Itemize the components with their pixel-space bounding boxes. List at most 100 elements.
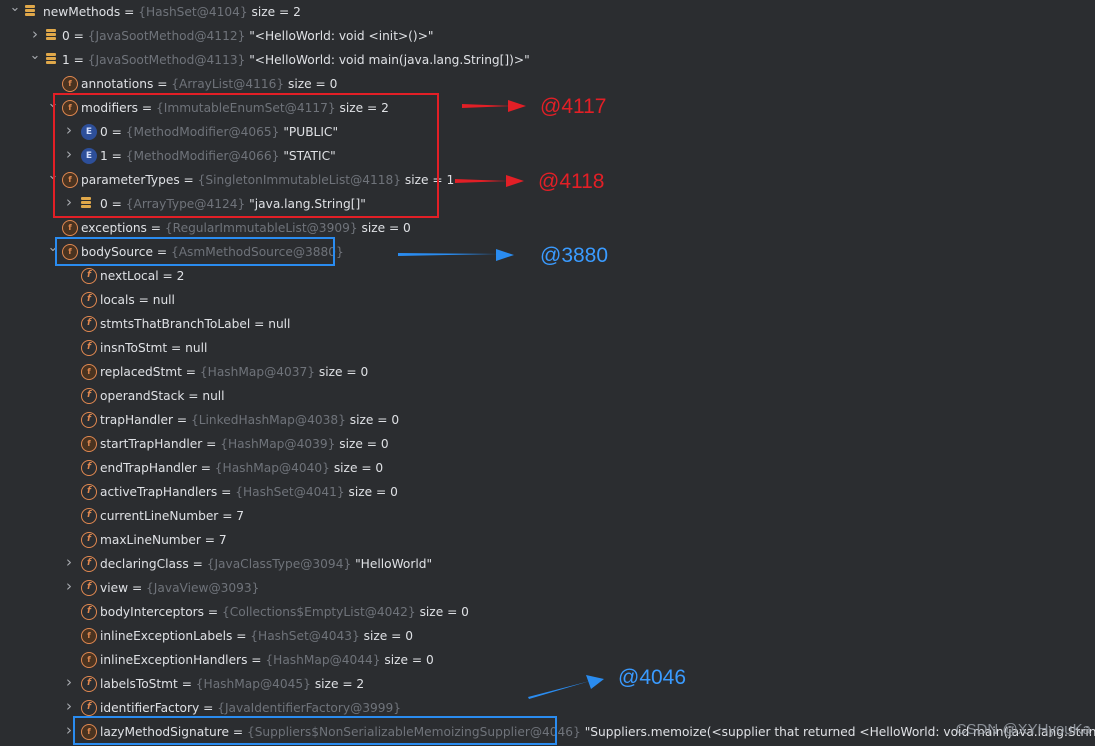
tree-row-insnToStmt[interactable]: f insnToStmt = null	[0, 336, 1095, 360]
object-reference: {ArrayList@4116}	[171, 77, 289, 91]
expand-chevron-icon[interactable]: ›	[62, 555, 76, 570]
variable-name: inlineExceptionLabels	[100, 629, 233, 643]
variable-name: declaringClass	[100, 557, 189, 571]
tree-row-maxLineNumber[interactable]: f maxLineNumber = 7	[0, 528, 1095, 552]
field-icon: f	[81, 460, 97, 476]
object-reference: {HashMap@4045}	[195, 677, 315, 691]
variable-value: null	[268, 317, 291, 331]
variable-name: 0	[62, 29, 70, 43]
tree-row-inlineExceptionLabels[interactable]: f inlineExceptionLabels = {HashSet@4043} …	[0, 624, 1095, 648]
field-icon: f	[81, 604, 97, 620]
variable-value: size = 0	[348, 485, 398, 499]
highlight-lazymethodsignature-box	[73, 716, 557, 745]
variable-label: view = {JavaView@3093}	[100, 580, 259, 596]
equals-sign: =	[250, 317, 269, 331]
array-element-icon	[25, 5, 35, 19]
variable-label: declaringClass = {JavaClassType@3094} "H…	[100, 556, 432, 572]
tree-row-startTrapHandler[interactable]: f startTrapHandler = {HashMap@4039} size …	[0, 432, 1095, 456]
tree-row-stmtsThatBranchToLabel[interactable]: f stmtsThatBranchToLabel = null	[0, 312, 1095, 336]
tree-row-endTrapHandler[interactable]: f endTrapHandler = {HashMap@4040} size = …	[0, 456, 1095, 480]
object-reference: {HashMap@4040}	[214, 461, 334, 475]
field-icon: f	[81, 532, 97, 548]
equals-sign: =	[188, 557, 207, 571]
variable-label: stmtsThatBranchToLabel = null	[100, 316, 290, 332]
collapse-chevron-icon[interactable]: ⌄	[28, 49, 42, 63]
variable-value: size = 0	[363, 629, 413, 643]
expand-chevron-icon[interactable]: ›	[62, 699, 76, 714]
variable-label: inlineExceptionHandlers = {HashMap@4044}…	[100, 652, 434, 668]
variable-label: nextLocal = 2	[100, 268, 184, 284]
equals-sign: =	[199, 701, 218, 715]
variable-value: size = 0	[339, 437, 389, 451]
tree-row-trapHandler[interactable]: f trapHandler = {LinkedHashMap@4038} size…	[0, 408, 1095, 432]
variable-label: activeTrapHandlers = {HashSet@4041} size…	[100, 484, 398, 500]
watermark: CSDN @XYHyouKa	[955, 721, 1091, 738]
tree-row-activeTrapHandlers[interactable]: f activeTrapHandlers = {HashSet@4041} siz…	[0, 480, 1095, 504]
equals-sign: =	[196, 461, 215, 475]
tree-row-operandStack[interactable]: f operandStack = null	[0, 384, 1095, 408]
object-reference: {HashMap@4044}	[265, 653, 385, 667]
equals-sign: =	[134, 293, 153, 307]
variable-name: locals	[100, 293, 135, 307]
variable-label: endTrapHandler = {HashMap@4040} size = 0	[100, 460, 383, 476]
variable-value: null	[152, 293, 175, 307]
variable-label: inlineExceptionLabels = {HashSet@4043} s…	[100, 628, 413, 644]
tree-row-currentLineNumber[interactable]: f currentLineNumber = 7	[0, 504, 1095, 528]
field-icon: f	[81, 484, 97, 500]
variable-name: view	[100, 581, 129, 595]
variable-name: maxLineNumber	[100, 533, 201, 547]
variable-label: 1 = {JavaSootMethod@4113} "<HelloWorld: …	[62, 52, 530, 68]
object-reference: {JavaSootMethod@4113}	[87, 53, 250, 67]
object-reference: {RegularImmutableList@3909}	[164, 221, 362, 235]
tree-row-view[interactable]: › f view = {JavaView@3093}	[0, 576, 1095, 600]
variable-name: identifierFactory	[100, 701, 200, 715]
object-reference: {JavaClassType@3094}	[206, 557, 356, 571]
object-reference: {JavaView@3093}	[146, 581, 260, 595]
object-reference: {HashMap@4039}	[220, 437, 340, 451]
tree-row-locals[interactable]: f locals = null	[0, 288, 1095, 312]
variable-value: size = 0	[419, 605, 469, 619]
tree-row-declaringClass[interactable]: › f declaringClass = {JavaClassType@3094} …	[0, 552, 1095, 576]
equals-sign: =	[69, 53, 88, 67]
tree-row-replacedStmt[interactable]: f replacedStmt = {HashMap@4037} size = 0	[0, 360, 1095, 384]
variable-value: null	[185, 341, 208, 355]
field-icon: f	[81, 316, 97, 332]
object-reference: {JavaIdentifierFactory@3999}	[217, 701, 402, 715]
variable-value: size = 2	[251, 5, 301, 19]
field-icon: f	[81, 268, 97, 284]
variable-name: operandStack	[100, 389, 185, 403]
object-reference: {HashMap@4037}	[199, 365, 319, 379]
equals-sign: =	[172, 413, 191, 427]
field-icon: f	[81, 676, 97, 692]
variable-value: size = 0	[349, 413, 400, 427]
annotation-4046: @4046	[618, 666, 687, 689]
annotation-4118: @4118	[538, 170, 605, 193]
variable-label: exceptions = {RegularImmutableList@3909}…	[81, 220, 411, 236]
tree-row-bodyInterceptors[interactable]: f bodyInterceptors = {Collections$EmptyLi…	[0, 600, 1095, 624]
final-field-icon: f	[81, 436, 97, 452]
variable-value: size = 0	[333, 461, 384, 475]
tree-row-1[interactable]: ⌄ 1 = {JavaSootMethod@4113} "<HelloWorld:…	[0, 48, 1095, 72]
highlight-bodysource-box	[55, 237, 335, 266]
equals-sign: =	[120, 5, 139, 19]
equals-sign: =	[128, 581, 147, 595]
expand-chevron-icon[interactable]: ›	[62, 579, 76, 594]
expand-chevron-icon[interactable]: ›	[62, 675, 76, 690]
tree-row-0[interactable]: › 0 = {JavaSootMethod@4112} "<HelloWorld:…	[0, 24, 1095, 48]
variable-value: null	[202, 389, 225, 403]
variable-name: stmtsThatBranchToLabel	[100, 317, 251, 331]
field-icon: f	[81, 412, 97, 428]
collapse-chevron-icon[interactable]: ⌄	[8, 1, 22, 15]
equals-sign: =	[247, 653, 266, 667]
array-element-icon	[46, 53, 56, 67]
object-reference: {HashSet@4041}	[235, 485, 349, 499]
tree-row-newMethods[interactable]: ⌄ newMethods = {HashSet@4104} size = 2	[0, 0, 1095, 24]
field-icon: f	[81, 700, 97, 716]
object-reference: {HashSet@4043}	[250, 629, 364, 643]
tree-row-inlineExceptionHandlers[interactable]: f inlineExceptionHandlers = {HashMap@4044…	[0, 648, 1095, 672]
expand-chevron-icon[interactable]: ›	[28, 27, 42, 42]
field-icon: f	[81, 388, 97, 404]
variable-name: annotations	[81, 77, 154, 91]
tree-row-labelsToStmt[interactable]: › f labelsToStmt = {HashMap@4045} size = 2	[0, 672, 1095, 696]
variable-value: "<HelloWorld: void <init>()>"	[249, 29, 434, 43]
